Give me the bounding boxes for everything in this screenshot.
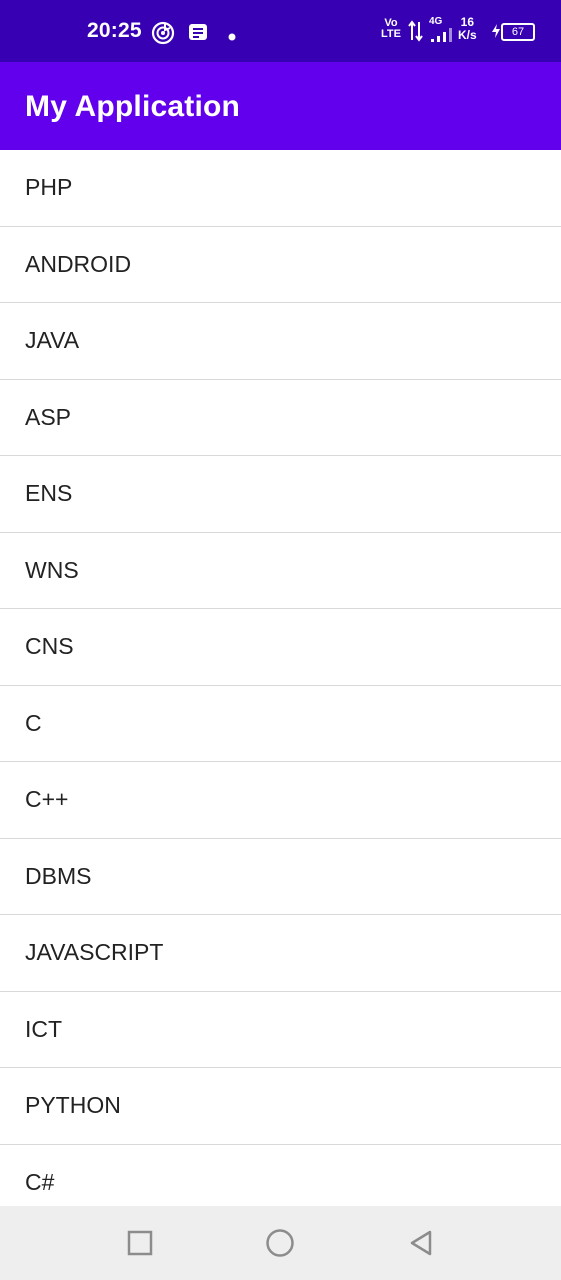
list-item[interactable]: PYTHON bbox=[0, 1068, 561, 1145]
list-item-label: DBMS bbox=[25, 862, 92, 889]
list-item-label: ICT bbox=[25, 1015, 63, 1042]
volte-icon: Vo LTE bbox=[381, 18, 401, 40]
list-item-label: JAVASCRIPT bbox=[25, 939, 164, 966]
list-item[interactable]: C bbox=[0, 686, 561, 762]
list-item[interactable]: WNS bbox=[0, 533, 561, 609]
list-item[interactable]: ICT bbox=[0, 992, 561, 1068]
list-item-label: C bbox=[25, 709, 42, 736]
music-app-icon bbox=[150, 20, 176, 51]
back-icon bbox=[410, 1230, 432, 1256]
battery-level: 67 bbox=[501, 23, 535, 41]
volte-bottom-label: LTE bbox=[381, 28, 401, 40]
list-item-label: ENS bbox=[25, 480, 73, 507]
language-list[interactable]: PHP ANDROID JAVA ASP ENS WNS CNS C C++ D… bbox=[0, 150, 561, 1206]
list-item[interactable]: PHP bbox=[0, 150, 561, 227]
list-item-label: ASP bbox=[25, 403, 72, 430]
dot-icon bbox=[228, 28, 236, 46]
list-item[interactable]: CNS bbox=[0, 609, 561, 686]
recent-apps-button[interactable] bbox=[123, 1226, 157, 1260]
list-item[interactable]: C# bbox=[0, 1145, 561, 1207]
app-bar: My Application bbox=[0, 62, 561, 150]
list-item-label: JAVA bbox=[25, 327, 80, 354]
list-item-label: PHP bbox=[25, 174, 73, 201]
recent-apps-icon bbox=[127, 1230, 153, 1256]
list-item-label: WNS bbox=[25, 556, 79, 583]
status-time: 20:25 bbox=[87, 19, 142, 42]
list-item[interactable]: DBMS bbox=[0, 839, 561, 915]
system-nav-bar bbox=[0, 1206, 561, 1280]
list-item[interactable]: JAVA bbox=[0, 303, 561, 380]
list-item[interactable]: ASP bbox=[0, 380, 561, 456]
network-type-label: 4G bbox=[429, 16, 443, 27]
back-button[interactable] bbox=[404, 1226, 438, 1260]
list-item-label: C++ bbox=[25, 786, 69, 813]
notification-message-icon bbox=[188, 22, 208, 47]
list-item-label: PYTHON bbox=[25, 1092, 121, 1119]
home-icon bbox=[266, 1229, 294, 1257]
home-button[interactable] bbox=[263, 1226, 297, 1260]
data-arrows-icon bbox=[408, 20, 424, 47]
list-item[interactable]: C++ bbox=[0, 762, 561, 839]
app-title: My Application bbox=[25, 90, 241, 123]
network-speed: 16 K/s bbox=[458, 16, 477, 42]
network-speed-unit: K/s bbox=[458, 28, 477, 42]
list-item[interactable]: ENS bbox=[0, 456, 561, 533]
list-item-label: ANDROID bbox=[25, 250, 132, 277]
battery-icon: 67 bbox=[501, 22, 535, 41]
list-item[interactable]: ANDROID bbox=[0, 227, 561, 303]
list-item-label: C# bbox=[25, 1168, 55, 1195]
status-bar: 20:25 Vo LTE 4G 16 K/s 67 bbox=[0, 0, 561, 62]
list-item-label: CNS bbox=[25, 633, 74, 660]
signal-icon bbox=[430, 27, 456, 48]
list-item[interactable]: JAVASCRIPT bbox=[0, 915, 561, 992]
